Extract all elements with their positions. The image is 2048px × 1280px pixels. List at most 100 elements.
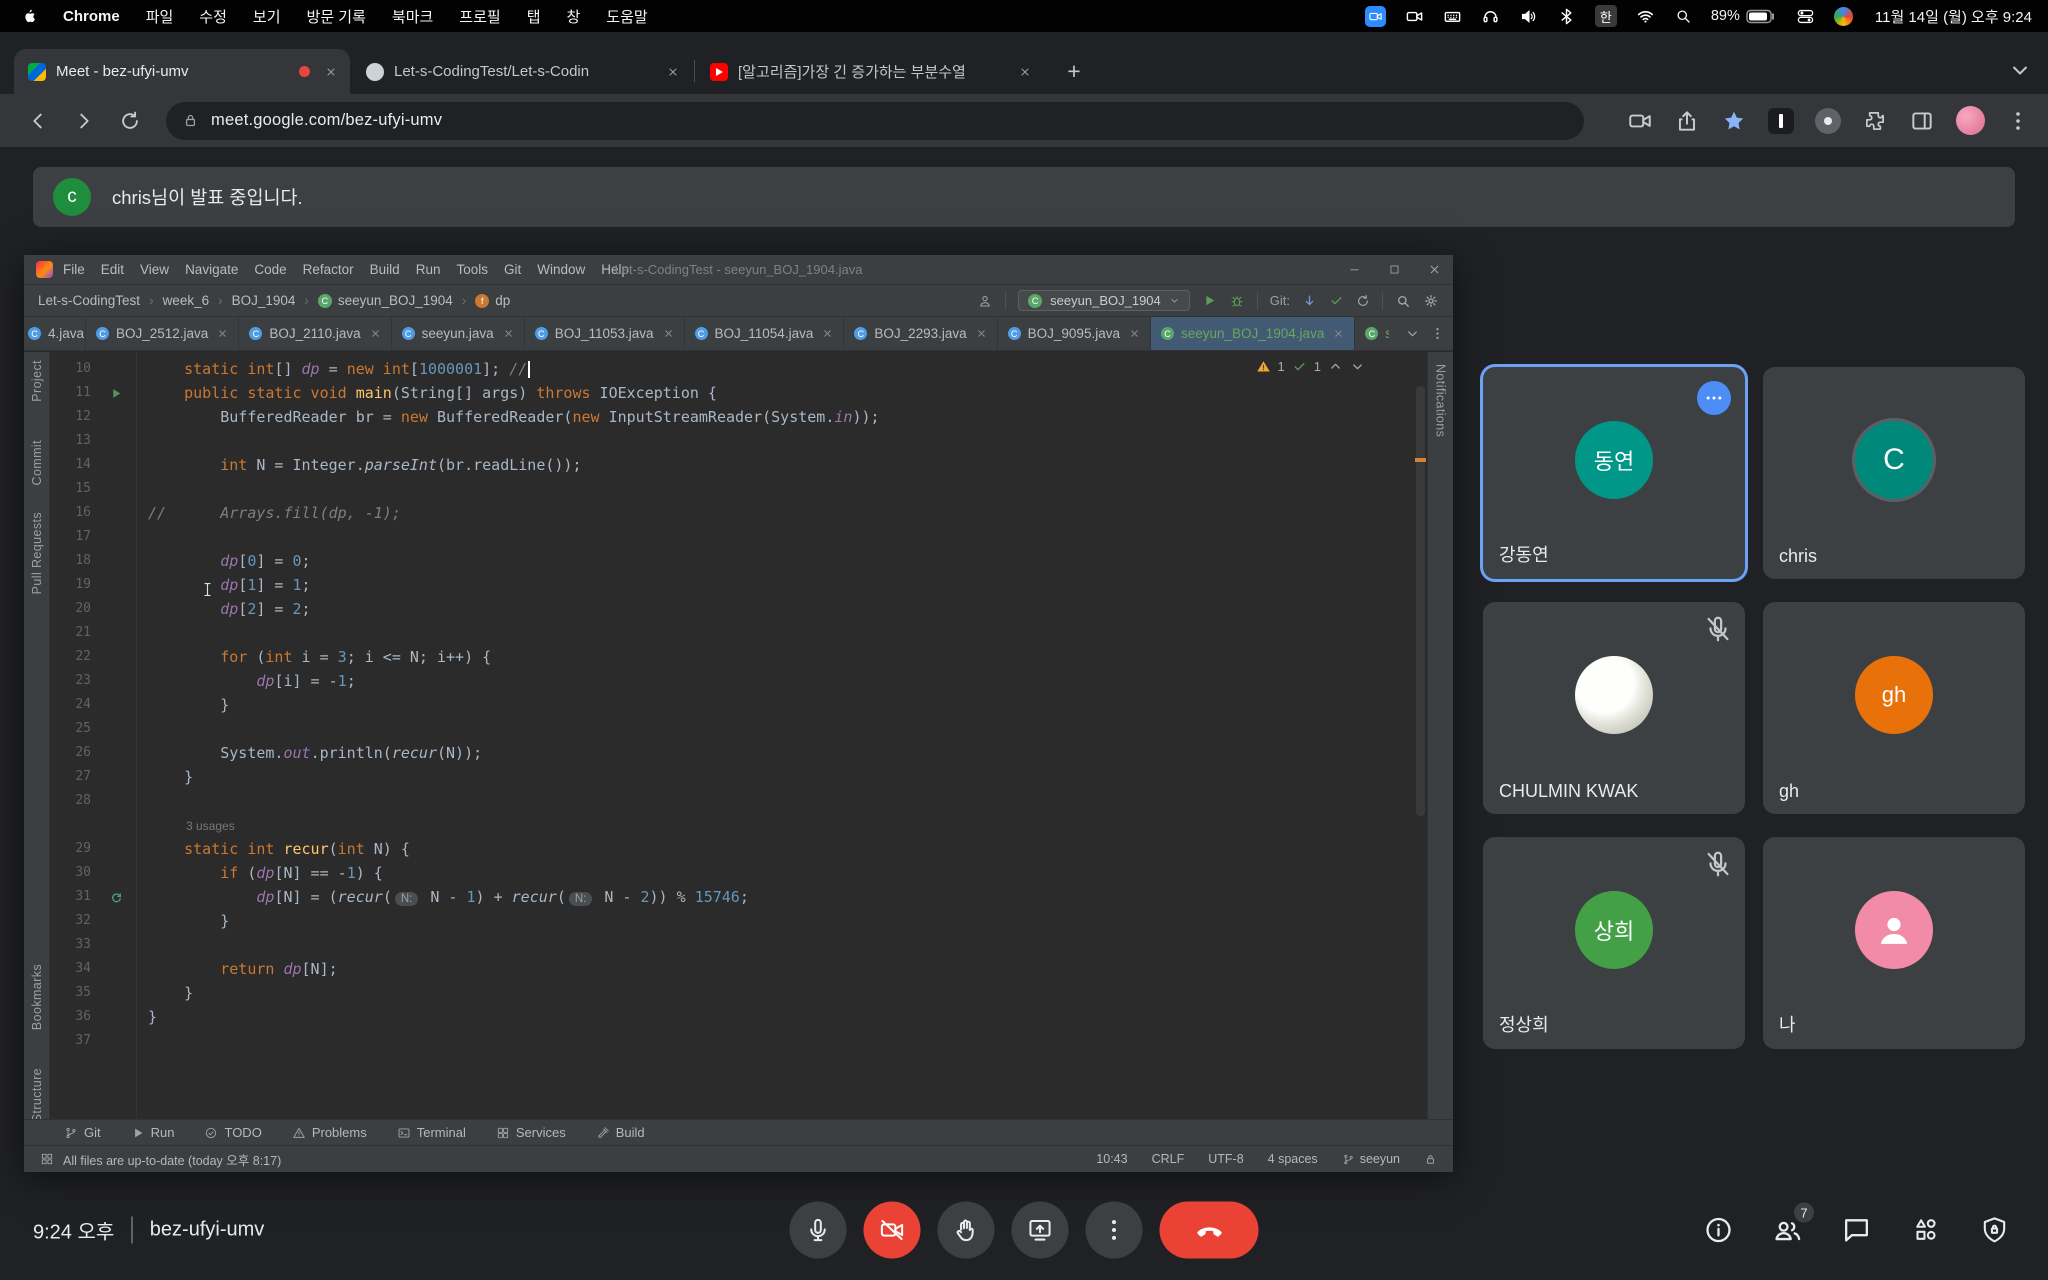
code-editor[interactable]: 10 static int[] dp = new int[1000001]; /…	[50, 352, 1427, 1119]
headset-icon[interactable]	[1481, 7, 1500, 26]
ide-menu-item[interactable]: File	[63, 262, 85, 277]
editor-tab[interactable]: CBOJ_11054.java	[685, 317, 845, 350]
editor-tab[interactable]: CBOJ_2110.java	[239, 317, 391, 350]
git-commit-icon[interactable]	[1329, 293, 1344, 308]
breadcrumb-item[interactable]: Cseeyun_BOJ_1904	[318, 293, 453, 308]
mic-button[interactable]	[790, 1202, 847, 1259]
settings-gear-icon[interactable]	[1423, 293, 1439, 309]
info-button[interactable]	[1703, 1215, 1734, 1246]
git-history-icon[interactable]	[1356, 294, 1370, 308]
new-tab-button[interactable]: +	[1058, 55, 1090, 87]
url-text[interactable]: meet.google.com/bez-ufyi-umv	[211, 111, 442, 130]
editor-tab[interactable]: C4.java	[24, 317, 86, 350]
bluetooth-icon[interactable]	[1557, 7, 1576, 26]
share-icon[interactable]	[1674, 108, 1700, 134]
browser-menu-icon[interactable]	[2006, 109, 2030, 133]
chevron-up-icon[interactable]	[1328, 359, 1343, 374]
back-button[interactable]	[18, 101, 58, 141]
line-ending[interactable]: CRLF	[1152, 1152, 1185, 1166]
run-gutter-icon[interactable]	[96, 381, 136, 405]
forward-button[interactable]	[64, 101, 104, 141]
wifi-icon[interactable]	[1636, 7, 1655, 26]
menubar-app-name[interactable]: Chrome	[63, 8, 120, 25]
toolwindow-button-project[interactable]: Project	[30, 360, 44, 402]
zoom-icon[interactable]	[1365, 6, 1386, 27]
toolwindow-button-terminal[interactable]: Terminal	[397, 1125, 466, 1140]
chevron-down-icon[interactable]	[1350, 359, 1365, 374]
tab-close-icon[interactable]	[320, 61, 342, 83]
error-stripe-mark[interactable]	[1415, 458, 1426, 462]
toolwindow-button-git[interactable]: Git	[64, 1125, 101, 1140]
maximize-icon[interactable]	[1388, 263, 1401, 276]
participant-tile[interactable]: 나	[1763, 837, 2025, 1049]
debug-button-icon[interactable]	[1229, 293, 1245, 309]
toolwindow-button-run[interactable]: Run	[131, 1125, 175, 1140]
chevron-down-icon[interactable]	[1405, 326, 1420, 341]
host-shield-button[interactable]	[1979, 1215, 2010, 1246]
profile-avatar[interactable]	[1956, 106, 1985, 135]
menubar-item[interactable]: 북마크	[392, 6, 433, 27]
tab-close-icon[interactable]	[1333, 328, 1344, 339]
call-end-button[interactable]	[1160, 1202, 1259, 1259]
tab-close-icon[interactable]	[822, 328, 833, 339]
more-v-button[interactable]	[1086, 1202, 1143, 1259]
file-encoding[interactable]: UTF-8	[1208, 1152, 1243, 1166]
minimize-icon[interactable]	[1348, 263, 1361, 276]
participant-tile[interactable]: 동연강동연	[1483, 367, 1745, 579]
ide-menu-item[interactable]: Refactor	[303, 262, 354, 277]
people-button[interactable]: 7	[1772, 1215, 1803, 1246]
menubar-item[interactable]: 파일	[146, 6, 174, 27]
ide-menu-item[interactable]: Git	[504, 262, 521, 277]
side-panel-icon[interactable]	[1909, 108, 1935, 134]
cam-off-button[interactable]	[864, 1202, 921, 1259]
participant-tile[interactable]: ghgh	[1763, 602, 2025, 814]
lock-icon[interactable]	[182, 112, 199, 129]
more-options-icon[interactable]	[1430, 326, 1445, 341]
camera-icon[interactable]	[1627, 108, 1653, 134]
reload-button[interactable]	[110, 101, 150, 141]
camera-icon[interactable]	[1405, 7, 1424, 26]
menubar-item[interactable]: 방문 기록	[307, 6, 366, 27]
editor-tab[interactable]: Cseeyun_BOJ_2565.java	[1355, 317, 1389, 350]
tab-close-icon[interactable]	[663, 328, 674, 339]
menubar-clock[interactable]: 11월 14일 (월) 오후 9:24	[1875, 6, 2032, 27]
tile-more-options-button[interactable]	[1697, 381, 1731, 415]
toolwindow-button-services[interactable]: Services	[496, 1125, 566, 1140]
toolwindow-button-todo[interactable]: TODO	[204, 1125, 261, 1140]
menubar-item[interactable]: 보기	[253, 6, 281, 27]
ide-menu-item[interactable]: Navigate	[185, 262, 238, 277]
ide-menu-item[interactable]: View	[140, 262, 169, 277]
present-button[interactable]	[1012, 1202, 1069, 1259]
editor-tab[interactable]: CBOJ_2293.java	[844, 317, 997, 350]
control-center-icon[interactable]	[1796, 7, 1815, 26]
spotlight-icon[interactable]	[1674, 7, 1692, 25]
chat-button[interactable]	[1841, 1215, 1872, 1246]
run-configuration-select[interactable]: Cseeyun_BOJ_1904	[1018, 290, 1190, 311]
close-icon[interactable]	[1428, 263, 1441, 276]
korean-input-badge[interactable]: 한	[1595, 5, 1617, 27]
apple-menu-icon[interactable]	[22, 6, 39, 26]
toolwindow-button-structure[interactable]: Structure	[30, 1068, 44, 1122]
editor-tab[interactable]: CBOJ_11053.java	[525, 317, 685, 350]
toolwindow-button-commit[interactable]: Commit	[30, 440, 44, 485]
hand-button[interactable]	[938, 1202, 995, 1259]
menubar-item[interactable]: 수정	[199, 6, 227, 27]
editor-tab[interactable]: Cseeyun_BOJ_1904.java	[1151, 317, 1355, 350]
ide-menu-item[interactable]: Window	[537, 262, 585, 277]
star-icon[interactable]	[1721, 108, 1747, 134]
breadcrumb-item[interactable]: Let-s-CodingTest	[38, 293, 140, 308]
tab-close-icon[interactable]	[976, 328, 987, 339]
menubar-item[interactable]: 프로필	[459, 6, 500, 27]
tab-close-icon[interactable]	[1129, 328, 1140, 339]
tab-close-icon[interactable]	[370, 328, 381, 339]
browser-tab[interactable]: [알고리즘]가장 긴 증가하는 부분수열	[696, 49, 1044, 94]
breadcrumb-item[interactable]: BOJ_1904	[232, 293, 296, 308]
browser-tab[interactable]: Let-s-CodingTest/Let-s-Codin	[352, 49, 692, 94]
toolwindow-button-notifications[interactable]: Notifications	[1434, 364, 1448, 437]
menubar-item[interactable]: 도움말	[606, 6, 647, 27]
assistant-icon[interactable]	[1834, 7, 1853, 26]
toolwindow-button-pull-requests[interactable]: Pull Requests	[30, 512, 44, 594]
editor-tab[interactable]: CBOJ_2512.java	[86, 317, 239, 350]
ide-menu-item[interactable]: Run	[416, 262, 441, 277]
participant-tile[interactable]: Cchris	[1763, 367, 2025, 579]
